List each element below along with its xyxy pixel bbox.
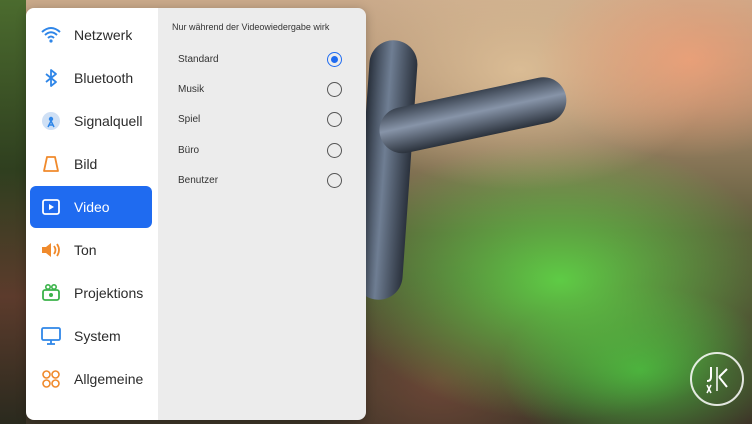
- option-label: Spiel: [178, 113, 201, 125]
- option-musik[interactable]: Musik: [158, 75, 366, 103]
- settings-panel: Netzwerk Bluetooth Signalquell Bild Vide…: [26, 8, 366, 420]
- wifi-icon: [40, 24, 62, 46]
- sidebar-item-label: Video: [74, 199, 110, 215]
- sidebar-item-ton[interactable]: Ton: [30, 229, 152, 271]
- speaker-icon: [40, 239, 62, 261]
- sidebar-item-video[interactable]: Video: [30, 186, 152, 228]
- sidebar-item-label: Projektions: [74, 285, 144, 301]
- radio-dot: [331, 55, 338, 63]
- sidebar-item-bluetooth[interactable]: Bluetooth: [30, 57, 152, 99]
- background-left-edge: [0, 0, 26, 424]
- option-standard[interactable]: Standard: [158, 45, 366, 73]
- sidebar-item-signalquelle[interactable]: Signalquell: [30, 100, 152, 142]
- radio-button[interactable]: [327, 81, 342, 97]
- sidebar-item-netzwerk[interactable]: Netzwerk: [30, 14, 152, 56]
- watermark-logo: [690, 352, 744, 406]
- radio-button-checked[interactable]: [327, 51, 342, 67]
- option-label: Musik: [178, 83, 205, 95]
- signal-source-icon: [40, 110, 62, 132]
- sidebar-item-allgemeine[interactable]: Allgemeine: [30, 358, 152, 400]
- option-buero[interactable]: Büro: [158, 136, 366, 164]
- radio-button[interactable]: [327, 172, 342, 188]
- option-label: Benutzer: [178, 174, 219, 186]
- sidebar-item-label: Bluetooth: [74, 70, 134, 86]
- projector-icon: [40, 282, 62, 304]
- option-benutzer[interactable]: Benutzer: [158, 166, 366, 194]
- sidebar-item-label: Ton: [74, 242, 97, 258]
- sidebar-item-system[interactable]: System: [30, 315, 152, 357]
- sidebar-item-bild[interactable]: Bild: [30, 143, 152, 185]
- grid-icon: [40, 368, 62, 390]
- sidebar-item-label: Signalquell: [74, 113, 143, 129]
- radio-button[interactable]: [327, 111, 342, 127]
- option-label: Standard: [178, 53, 219, 65]
- sidebar-item-label: System: [74, 328, 121, 344]
- picture-icon: [40, 153, 62, 175]
- sidebar-item-label: Bild: [74, 156, 98, 172]
- sidebar-item-label: Allgemeine: [74, 371, 144, 387]
- radio-button[interactable]: [327, 142, 342, 158]
- video-icon: [40, 196, 62, 218]
- settings-sidebar: Netzwerk Bluetooth Signalquell Bild Vide…: [26, 8, 158, 420]
- bluetooth-icon: [40, 67, 62, 89]
- option-label: Büro: [178, 144, 200, 156]
- monitor-icon: [40, 325, 62, 347]
- content-title: Nur während der Videowiedergabe wirk: [172, 22, 330, 32]
- sidebar-item-projektion[interactable]: Projektions: [30, 272, 152, 314]
- video-settings-content: Nur während der Videowiedergabe wirk Sta…: [158, 8, 366, 420]
- option-spiel[interactable]: Spiel: [158, 105, 366, 133]
- sidebar-item-label: Netzwerk: [74, 27, 133, 43]
